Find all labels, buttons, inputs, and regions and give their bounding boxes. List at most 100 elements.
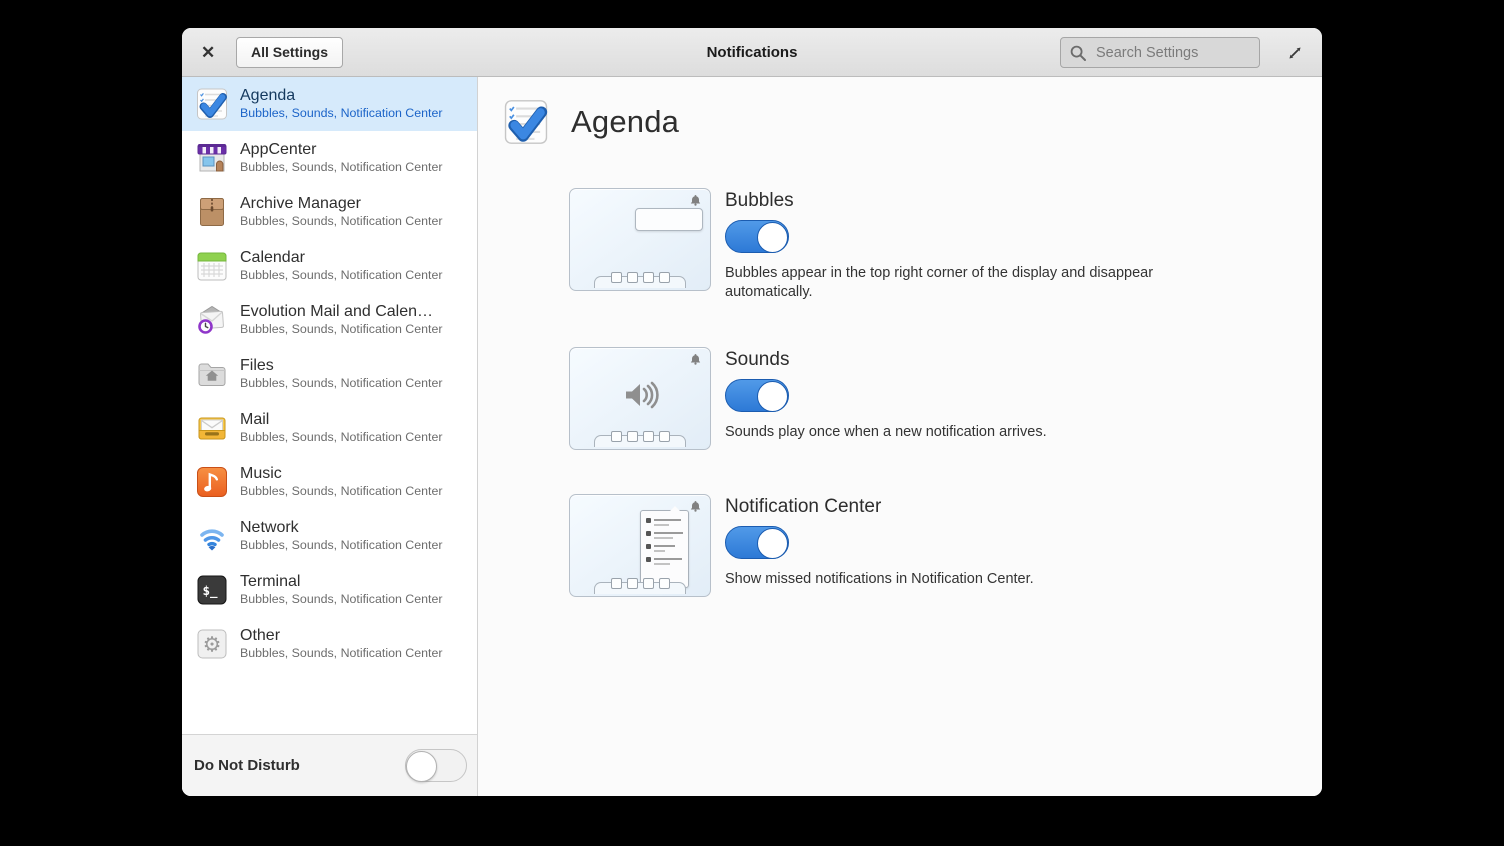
app-name: Evolution Mail and Calen…: [240, 302, 433, 320]
sidebar-item-agenda[interactable]: Agenda Bubbles, Sounds, Notification Cent…: [182, 77, 477, 131]
terminal-app-icon: $_: [195, 573, 229, 607]
appcenter-app-icon: [195, 141, 229, 175]
app-notification-types: Bubbles, Sounds, Notification Center: [240, 429, 443, 444]
app-name: Files: [240, 356, 274, 374]
app-name: Mail: [240, 410, 270, 428]
app-name: Calendar: [240, 248, 305, 266]
do-not-disturb-row: Do Not Disturb: [182, 734, 477, 796]
do-not-disturb-toggle[interactable]: [405, 749, 467, 782]
app-entry-text: Terminal Bubbles, Sounds, Notification Ce…: [240, 573, 443, 608]
bell-icon: [690, 193, 701, 206]
notification-bubble-shape: [635, 208, 703, 231]
network-app-icon: [195, 519, 229, 553]
sidebar-item-terminal[interactable]: $_ Terminal Bubbles, Sounds, Notification …: [182, 563, 477, 617]
app-name: AppCenter: [240, 140, 317, 158]
app-header: Agenda: [502, 98, 679, 146]
app-notification-types: Bubbles, Sounds, Notification Center: [240, 213, 443, 228]
section-controls: Bubbles Bubbles appear in the top right c…: [725, 188, 1193, 303]
sound-illustration: [569, 346, 711, 450]
notification-center-panel-shape: [640, 505, 689, 588]
bubble-illustration: [569, 188, 711, 291]
section-title: Notification Center: [725, 495, 882, 517]
section-description: Show missed notifications in Notificatio…: [725, 570, 1034, 587]
list-illustration: [569, 493, 711, 597]
app-entry-text: Music Bubbles, Sounds, Notification Cente…: [240, 465, 443, 500]
app-notification-types: Bubbles, Sounds, Notification Center: [240, 159, 443, 174]
sidebar-item-evolution-mail-and-calen[interactable]: Evolution Mail and Calen… Bubbles, Sounds…: [182, 293, 477, 347]
search-input[interactable]: [1060, 37, 1260, 68]
search-icon: [1070, 45, 1086, 61]
agenda-app-icon: [195, 87, 229, 121]
section-notification-center: Notification Center Show missed notificat…: [569, 493, 1292, 597]
resize-diagonal-icon[interactable]: [1285, 43, 1305, 63]
notification-center-toggle[interactable]: [725, 525, 789, 559]
dock-shape: [570, 577, 710, 594]
dock-shape: [570, 430, 710, 447]
app-notification-types: Bubbles, Sounds, Notification Center: [240, 483, 443, 498]
calendar-app-icon: [195, 249, 229, 283]
app-notification-types: Bubbles, Sounds, Notification Center: [240, 267, 443, 282]
sidebar-item-other[interactable]: ⚙ Other Bubbles, Sounds, Notification Cent…: [182, 617, 477, 671]
evolution-app-icon: [195, 303, 229, 337]
bell-icon: [690, 499, 701, 512]
app-entry-text: Calendar Bubbles, Sounds, Notification Ce…: [240, 249, 443, 284]
sidebar-item-archive-manager[interactable]: Archive Manager Bubbles, Sounds, Notifica…: [182, 185, 477, 239]
app-notification-types: Bubbles, Sounds, Notification Center: [240, 591, 443, 606]
desktop-background: { "window": { "title": "Notifications" }…: [0, 0, 1504, 846]
app-entry-text: Archive Manager Bubbles, Sounds, Notifica…: [240, 195, 443, 230]
close-icon[interactable]: ✕: [197, 28, 219, 77]
toggle-knob: [406, 751, 437, 782]
speaker-icon: [570, 378, 710, 412]
section-bubbles: Bubbles Bubbles appear in the top right c…: [569, 188, 1292, 303]
svg-text:⚙: ⚙: [203, 633, 222, 657]
app-entry-text: Files Bubbles, Sounds, Notification Cente…: [240, 357, 443, 392]
app-name: Archive Manager: [240, 194, 361, 212]
app-name: Other: [240, 626, 281, 644]
section-sounds: Sounds Sounds play once when a new notifi…: [569, 346, 1292, 450]
app-notification-types: Bubbles, Sounds, Notification Center: [240, 537, 443, 552]
do-not-disturb-label: Do Not Disturb: [194, 757, 300, 774]
app-notification-types: Bubbles, Sounds, Notification Center: [240, 105, 443, 120]
section-description: Bubbles appear in the top right corner o…: [725, 265, 1154, 301]
svg-text:$_: $_: [203, 583, 219, 599]
all-settings-button[interactable]: All Settings: [236, 37, 344, 68]
section-controls: Sounds Sounds play once when a new notifi…: [725, 347, 1047, 450]
section-controls: Notification Center Show missed notificat…: [725, 494, 1034, 597]
app-notification-types: Bubbles, Sounds, Notification Center: [240, 321, 443, 336]
app-notification-types: Bubbles, Sounds, Notification Center: [240, 645, 443, 660]
sidebar-item-files[interactable]: Files Bubbles, Sounds, Notification Cente…: [182, 347, 477, 401]
app-name: Terminal: [240, 572, 301, 590]
app-entry-text: Mail Bubbles, Sounds, Notification Center: [240, 411, 443, 446]
toggle-knob: [757, 380, 788, 412]
sidebar-item-network[interactable]: Network Bubbles, Sounds, Notification Cen…: [182, 509, 477, 563]
dock-shape: [570, 272, 710, 288]
sidebar-item-music[interactable]: Music Bubbles, Sounds, Notification Cente…: [182, 455, 477, 509]
other-app-icon: ⚙: [195, 627, 229, 661]
sidebar-item-mail[interactable]: Mail Bubbles, Sounds, Notification Center: [182, 401, 477, 455]
app-sidebar: Agenda Bubbles, Sounds, Notification Cent…: [182, 77, 478, 796]
app-entry-text: AppCenter Bubbles, Sounds, Notification C…: [240, 141, 443, 176]
app-name: Music: [240, 464, 282, 482]
sidebar-item-appcenter[interactable]: AppCenter Bubbles, Sounds, Notification C…: [182, 131, 477, 185]
sounds-toggle[interactable]: [725, 378, 789, 412]
bell-icon: [690, 352, 701, 365]
section-title: Sounds: [725, 348, 790, 370]
app-entry-text: Agenda Bubbles, Sounds, Notification Cent…: [240, 87, 443, 122]
toggle-knob: [757, 527, 788, 559]
app-entry-text: Evolution Mail and Calen… Bubbles, Sounds…: [240, 303, 443, 338]
search-settings-field[interactable]: [1094, 43, 1251, 62]
mail-app-icon: [195, 411, 229, 445]
settings-window: ✕ All Settings Notifications AgendaBubbl…: [182, 28, 1322, 796]
app-notification-types: Bubbles, Sounds, Notification Center: [240, 375, 443, 390]
header-bar: ✕ All Settings Notifications: [182, 28, 1322, 77]
page-title: Agenda: [571, 104, 680, 139]
notification-settings-panel: Agenda Bubbles Bubbles appear in the top …: [479, 77, 1322, 796]
archive-app-icon: [195, 195, 229, 229]
section-description: Sounds play once when a new notification…: [725, 423, 1047, 440]
app-entry-text: Other Bubbles, Sounds, Notification Cente…: [240, 627, 443, 662]
settings-sections: Bubbles Bubbles appear in the top right c…: [569, 188, 1292, 641]
app-name: Network: [240, 518, 299, 536]
bubbles-toggle[interactable]: [725, 220, 789, 253]
app-name: Agenda: [240, 86, 296, 104]
sidebar-item-calendar[interactable]: Calendar Bubbles, Sounds, Notification Ce…: [182, 239, 477, 293]
